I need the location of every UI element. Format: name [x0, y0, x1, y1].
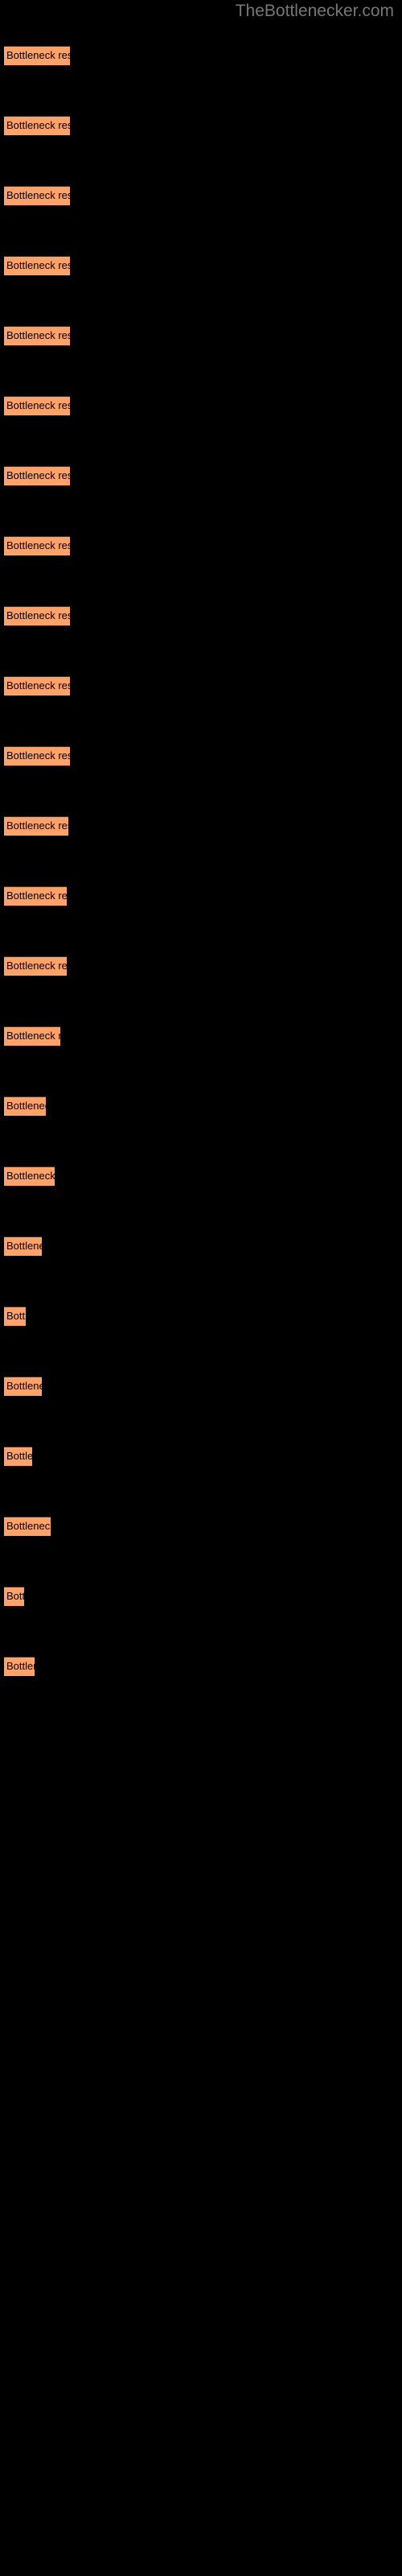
bar-row[interactable]: Bottleneck result [4, 1657, 165, 1676]
bar-fill[interactable] [4, 1517, 51, 1536]
bar-fill[interactable] [4, 606, 70, 625]
bar-row[interactable]: Bottleneck result [4, 116, 165, 135]
bar-clip: Bottleneck result [4, 746, 70, 766]
bar-row[interactable]: Bottleneck result [4, 956, 165, 976]
bar-fill[interactable] [4, 46, 70, 65]
bar-clip: Bottleneck result [4, 1377, 42, 1396]
bar-fill[interactable] [4, 1236, 42, 1256]
bar-clip: Bottleneck result [4, 536, 70, 555]
bar-row[interactable]: Bottleneck result [4, 186, 165, 205]
bar-clip: Bottleneck result [4, 1096, 46, 1116]
bar-clip: Bottleneck result [4, 956, 67, 976]
bar-clip: Bottleneck result [4, 606, 70, 625]
bar-fill[interactable] [4, 1096, 46, 1116]
bar-clip: Bottleneck result [4, 46, 70, 65]
bar-fill[interactable] [4, 466, 70, 485]
bar-fill[interactable] [4, 956, 67, 976]
bar-clip: Bottleneck result [4, 1307, 26, 1326]
bar-clip: Bottleneck result [4, 326, 70, 345]
bar-fill[interactable] [4, 326, 70, 345]
bar-row[interactable]: Bottleneck result [4, 1026, 165, 1046]
bar-fill[interactable] [4, 536, 70, 555]
bar-row[interactable]: Bottleneck result [4, 536, 165, 555]
bar-clip: Bottleneck result [4, 1236, 42, 1256]
bar-fill[interactable] [4, 1307, 26, 1326]
bar-row[interactable]: Bottleneck result [4, 1377, 165, 1396]
bar-fill[interactable] [4, 1026, 60, 1046]
bar-row[interactable]: Bottleneck result [4, 396, 165, 415]
bar-clip: Bottleneck result [4, 396, 70, 415]
bar-clip: Bottleneck result [4, 886, 67, 906]
bar-clip: Bottleneck result [4, 186, 70, 205]
bar-row[interactable]: Bottleneck result [4, 1166, 165, 1186]
bar-clip: Bottleneck result [4, 116, 70, 135]
bar-clip: Bottleneck result [4, 1657, 35, 1676]
bar-fill[interactable] [4, 186, 70, 205]
bar-row[interactable]: Bottleneck result [4, 816, 165, 836]
bar-row[interactable]: Bottleneck result [4, 746, 165, 766]
bar-row[interactable]: Bottleneck result [4, 1096, 165, 1116]
bar-row[interactable]: Bottleneck result [4, 606, 165, 625]
bar-row[interactable]: Bottleneck result [4, 1236, 165, 1256]
bar-row[interactable]: Bottleneck result [4, 466, 165, 485]
bar-fill[interactable] [4, 676, 70, 696]
bar-fill[interactable] [4, 886, 67, 906]
bar-fill[interactable] [4, 1166, 55, 1186]
bottleneck-bar-chart: Bottleneck result Bottleneck result Bottle… [0, 0, 402, 2576]
bar-clip: Bottleneck result [4, 816, 68, 836]
bar-clip: Bottleneck result [4, 1517, 51, 1536]
bar-fill[interactable] [4, 116, 70, 135]
bar-row[interactable]: Bottleneck result [4, 676, 165, 696]
bar-fill[interactable] [4, 1587, 24, 1606]
bar-row[interactable]: Bottleneck result [4, 886, 165, 906]
bar-clip: Bottleneck result [4, 466, 70, 485]
bar-clip: Bottleneck result [4, 1026, 60, 1046]
bar-fill[interactable] [4, 396, 70, 415]
bar-row[interactable]: Bottleneck result [4, 1587, 165, 1606]
bar-fill[interactable] [4, 746, 70, 766]
bar-row[interactable]: Bottleneck result [4, 46, 165, 65]
bar-clip: Bottleneck result [4, 1166, 55, 1186]
bar-clip: Bottleneck result [4, 1587, 24, 1606]
bar-clip: Bottleneck result [4, 676, 70, 696]
bar-fill[interactable] [4, 1447, 32, 1466]
bar-row[interactable]: Bottleneck result [4, 1447, 165, 1466]
bar-clip: Bottleneck result [4, 256, 70, 275]
bar-fill[interactable] [4, 1377, 42, 1396]
bar-row[interactable]: Bottleneck result [4, 326, 165, 345]
bar-fill[interactable] [4, 1657, 35, 1676]
bar-clip: Bottleneck result [4, 1447, 32, 1466]
bar-row[interactable]: Bottleneck result [4, 256, 165, 275]
bar-fill[interactable] [4, 816, 68, 836]
bar-row[interactable]: Bottleneck result [4, 1307, 165, 1326]
bar-fill[interactable] [4, 256, 70, 275]
bar-row[interactable]: Bottleneck result [4, 1517, 165, 1536]
